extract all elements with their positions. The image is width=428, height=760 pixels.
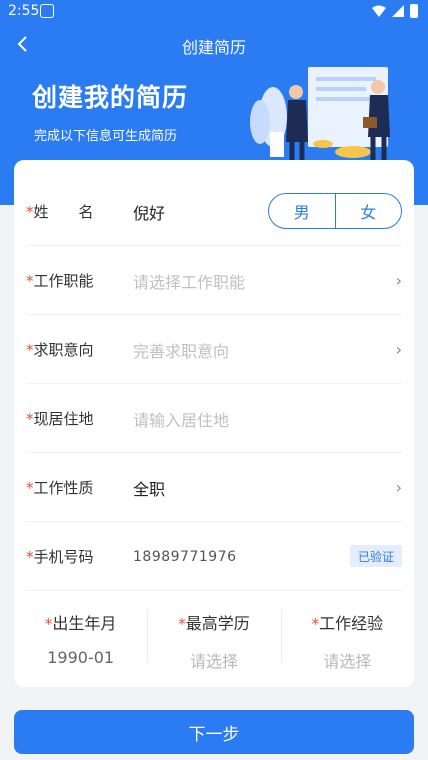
- residence-label-text: 现居住地: [33, 410, 94, 428]
- education-label: *最高学历: [147, 610, 280, 634]
- job-type-label: * 工作性质: [26, 453, 94, 522]
- gender-toggle: 男 女: [268, 193, 402, 229]
- experience-label: *工作经验: [281, 610, 414, 634]
- signal-icon: [392, 5, 404, 17]
- residence-row: * 现居住地 请输入居住地: [26, 384, 402, 453]
- required-mark: *: [26, 340, 34, 359]
- chevron-right-icon: ›: [395, 271, 402, 290]
- residence-input[interactable]: 请输入居住地: [133, 384, 229, 453]
- job-type-label-text: 工作性质: [33, 479, 94, 497]
- experience-label-text: 工作经验: [319, 614, 384, 633]
- experience-value: 请选择: [323, 652, 372, 671]
- gender-female-button[interactable]: 女: [334, 194, 402, 228]
- job-function-label: * 工作职能: [26, 246, 94, 315]
- name-label-text: 姓 名: [33, 203, 94, 221]
- status-time: 2:55: [8, 3, 40, 19]
- job-function-select[interactable]: 请选择工作职能: [133, 246, 245, 315]
- name-input[interactable]: 倪好: [133, 177, 165, 246]
- name-row: * 姓 名 倪好 男 女: [26, 177, 402, 246]
- birth-date-label-text: 出生年月: [52, 614, 117, 633]
- nav-bar: 创建简历: [0, 24, 428, 64]
- resume-illustration: [250, 67, 390, 162]
- job-function-label-text: 工作职能: [33, 272, 94, 290]
- hero-subtitle: 完成以下信息可生成简历: [34, 129, 178, 144]
- required-mark: *: [26, 547, 34, 566]
- battery-icon: [410, 4, 418, 18]
- page-title: 创建简历: [181, 38, 246, 57]
- status-indicators: [372, 4, 418, 18]
- verified-badge: 已验证: [349, 545, 402, 567]
- education-select[interactable]: *最高学历 请选择: [147, 598, 280, 671]
- job-function-row[interactable]: * 工作职能 请选择工作职能 ›: [26, 246, 402, 315]
- job-type-row[interactable]: * 工作性质 全职 ›: [26, 453, 402, 522]
- gender-male-button[interactable]: 男: [269, 194, 335, 228]
- phone-label-text: 手机号码: [33, 548, 94, 566]
- required-mark: *: [26, 478, 34, 497]
- job-intention-row[interactable]: * 求职意向 完善求职意向 ›: [26, 315, 402, 384]
- required-mark: *: [26, 409, 34, 428]
- hero-title: 创建我的简历: [32, 83, 189, 112]
- required-mark: *: [26, 202, 34, 221]
- chevron-right-icon: ›: [395, 340, 402, 359]
- phone-row: * 手机号码 18989771976 已验证: [26, 522, 402, 591]
- education-value: 请选择: [189, 652, 238, 671]
- job-intention-select[interactable]: 完善求职意向: [133, 315, 229, 384]
- status-bar: 2:55: [0, 0, 428, 24]
- birth-date-select[interactable]: *出生年月 1990-01: [14, 598, 147, 670]
- chevron-right-icon: ›: [395, 478, 402, 497]
- phone-label: * 手机号码: [26, 522, 94, 591]
- education-label-text: 最高学历: [185, 614, 250, 633]
- experience-select[interactable]: *工作经验 请选择: [280, 598, 414, 671]
- job-intention-label: * 求职意向: [26, 315, 94, 384]
- app-notification-icon: [40, 4, 54, 18]
- residence-label: * 现居住地: [26, 384, 94, 453]
- next-step-button[interactable]: 下一步: [14, 710, 414, 754]
- resume-form-card: * 姓 名 倪好 男 女 * 工作职能 请选择工作职能 › * 求职意向 完善求…: [14, 160, 414, 687]
- phone-value: 18989771976: [133, 548, 237, 565]
- required-mark: *: [311, 615, 320, 633]
- birth-date-label: *出生年月: [14, 610, 147, 634]
- job-intention-label-text: 求职意向: [33, 341, 94, 359]
- wifi-icon: [372, 5, 386, 17]
- name-label: * 姓 名: [26, 177, 94, 246]
- job-type-select[interactable]: 全职: [133, 453, 165, 522]
- required-mark: *: [26, 271, 34, 290]
- extra-info-columns: *出生年月 1990-01 *最高学历 请选择 *工作经验 请选择: [14, 598, 414, 671]
- required-mark: *: [178, 615, 186, 633]
- birth-date-value: 1990-01: [47, 648, 115, 667]
